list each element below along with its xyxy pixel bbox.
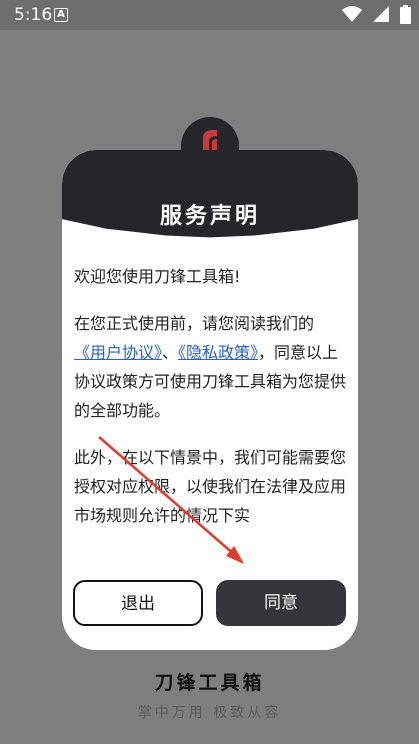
permission-paragraph: 此外，在以下情景中，我们可能需要您授权对应权限，以使我们在法律及应用市场规则允许… <box>74 448 346 525</box>
a-notification-icon: A <box>54 8 68 22</box>
link-separator: 、 <box>162 343 179 362</box>
user-agreement-link[interactable]: 《用户协议》 <box>74 343 162 362</box>
status-bar: 5:16 A <box>0 0 419 30</box>
exit-button[interactable]: 退出 <box>73 580 203 626</box>
dialog-body[interactable]: 欢迎您使用刀锋工具箱! 在您正式使用前，请您阅读我们的 《用户协议》、《隐私政策》… <box>74 262 346 568</box>
wifi-icon <box>341 6 362 22</box>
agree-button[interactable]: 同意 <box>216 580 346 626</box>
privacy-policy-link[interactable]: 《隐私政策》 <box>178 343 258 362</box>
battery-icon <box>400 5 411 24</box>
agreement-paragraph: 在您正式使用前，请您阅读我们的 《用户协议》、《隐私政策》，同意以上协议政策方可使… <box>74 309 346 425</box>
status-time: 5:16 <box>14 5 53 25</box>
status-icons <box>336 5 411 25</box>
app-name: 刀锋工具箱 <box>154 672 265 694</box>
dialog-title: 服务声明 <box>159 203 260 229</box>
greeting-text: 欢迎您使用刀锋工具箱! <box>74 267 241 286</box>
agreement-text-before: 在您正式使用前，请您阅读我们的 <box>74 314 315 333</box>
app-slogan: 掌中万用 极致从容 <box>137 705 282 721</box>
signal-icon <box>372 6 389 22</box>
